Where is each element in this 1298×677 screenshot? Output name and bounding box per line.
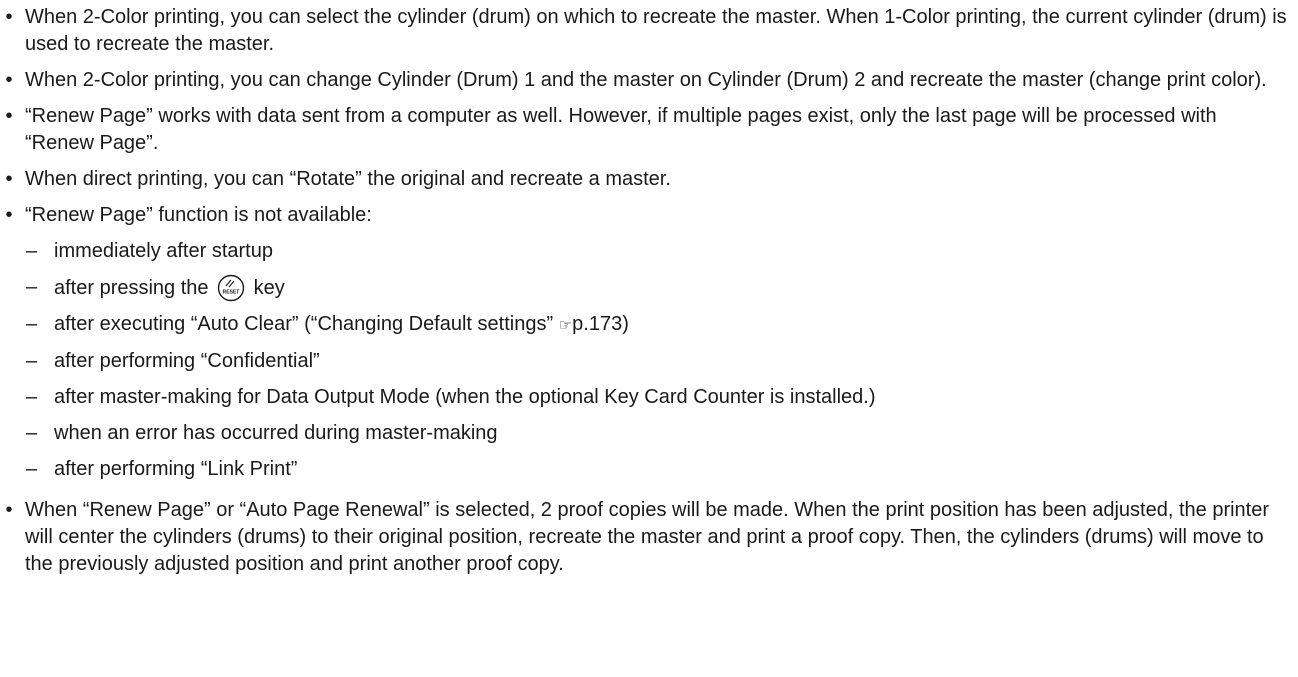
sub-item-text: after performing “Confidential” [54, 350, 320, 372]
sub-item: – after master-making for Data Output Mo… [0, 384, 1298, 411]
sub-item-text: after master-making for Data Output Mode… [54, 386, 876, 408]
sub-item-text: after performing “Link Print” [54, 458, 298, 480]
bullet-dot: • [5, 105, 13, 127]
bullet-item: • “Renew Page” works with data sent from… [0, 103, 1298, 157]
bullet-text: When 2-Color printing, you can change Cy… [25, 69, 1267, 91]
bullet-dot: • [5, 6, 13, 28]
dash-marker: – [26, 422, 38, 444]
bullet-item: • When 2-Color printing, you can change … [0, 67, 1298, 94]
bullet-text: When direct printing, you can “Rotate” t… [25, 168, 671, 190]
reset-key-icon: RESET [217, 274, 245, 302]
document-body: • When 2-Color printing, you can select … [0, 4, 1298, 587]
bullet-dot: • [5, 168, 13, 190]
bullet-text: “Renew Page” function is not available: [25, 204, 372, 226]
sub-item-text: after pressing the [54, 277, 209, 299]
bullet-dot: • [5, 69, 13, 91]
bullet-item: • When “Renew Page” or “Auto Page Renewa… [0, 497, 1298, 578]
dash-marker: – [26, 240, 38, 262]
dash-marker: – [26, 350, 38, 372]
bullet-text: When “Renew Page” or “Auto Page Renewal”… [25, 499, 1270, 575]
dash-marker: – [26, 276, 38, 298]
dash-marker: – [26, 386, 38, 408]
bullet-text: “Renew Page” works with data sent from a… [25, 105, 1217, 154]
sub-item: – immediately after startup [0, 238, 1298, 265]
dash-marker: – [26, 313, 38, 335]
bullet-item: • When direct printing, you can “Rotate”… [0, 166, 1298, 193]
bullet-dot: • [5, 204, 13, 226]
sub-item-text: key [253, 277, 285, 299]
dash-marker: – [26, 458, 38, 480]
sub-item: – after pressing the RESET key [0, 274, 1298, 302]
sub-item: – after performing “Link Print” [0, 456, 1298, 483]
sub-item: – after executing “Auto Clear” (“Changin… [0, 311, 1298, 339]
bullet-item: • When 2-Color printing, you can select … [0, 4, 1298, 58]
page-reference: p.173) [572, 313, 629, 335]
sub-item-text: immediately after startup [54, 240, 273, 262]
bullet-text: When 2-Color printing, you can select th… [25, 6, 1287, 55]
pointing-hand-icon: ☞ [558, 316, 573, 334]
sub-item-text: after executing “Auto Clear” (“Changing … [54, 313, 559, 335]
sub-item: – when an error has occurred during mast… [0, 420, 1298, 447]
reset-key-label: RESET [223, 290, 240, 296]
sub-item-text: when an error has occurred during master… [54, 422, 498, 444]
sub-item: – after performing “Confidential” [0, 348, 1298, 375]
bullet-item: • “Renew Page” function is not available… [0, 202, 1298, 229]
bullet-dot: • [5, 499, 13, 521]
